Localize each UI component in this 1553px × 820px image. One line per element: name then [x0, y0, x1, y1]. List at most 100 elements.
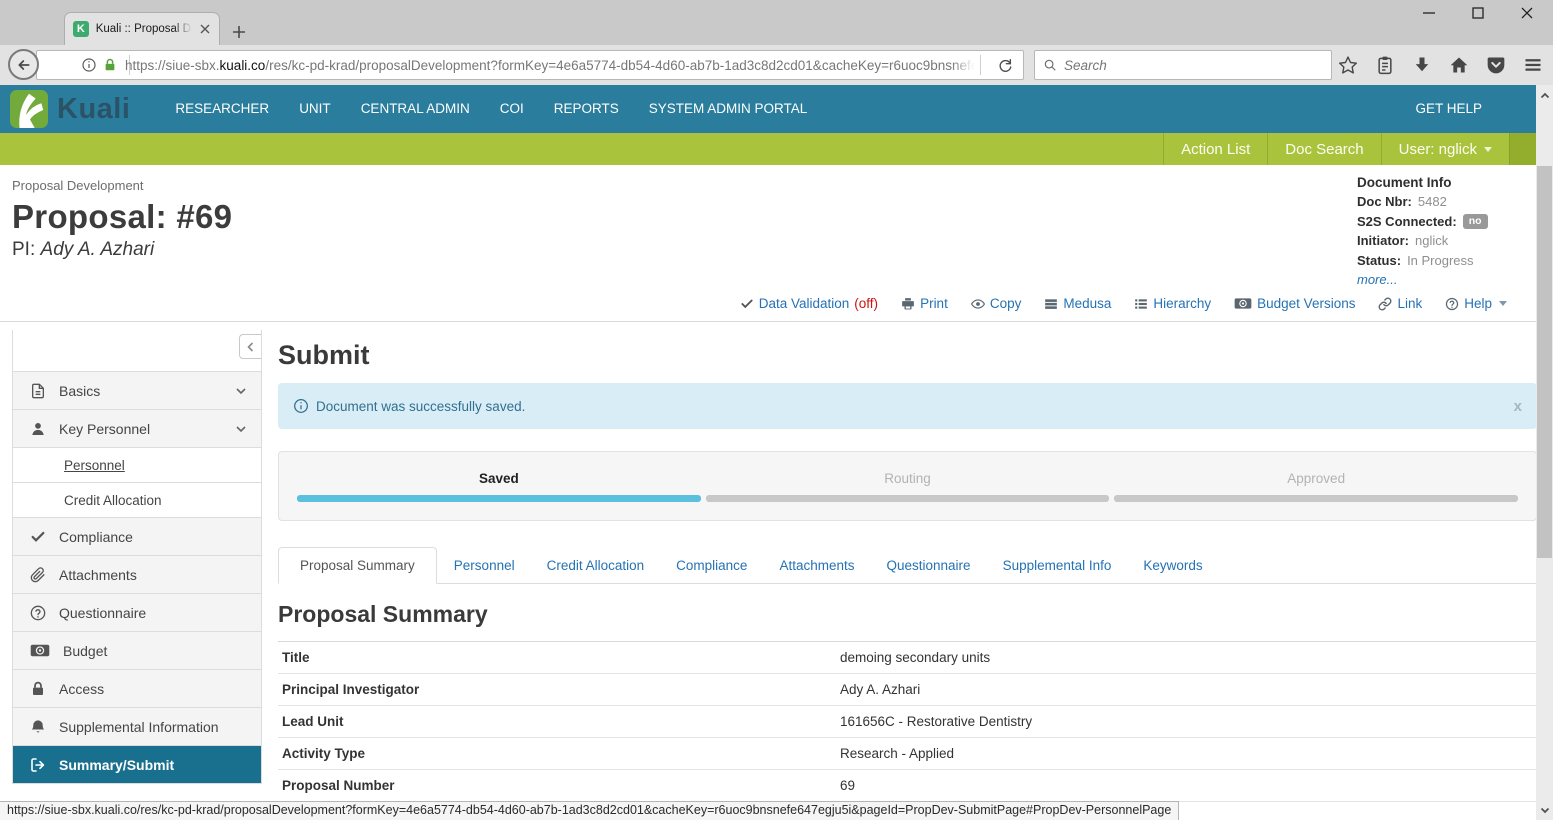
action-list-link[interactable]: Action List: [1163, 133, 1267, 165]
search-box[interactable]: [1034, 50, 1332, 80]
window-minimize-button[interactable]: [1421, 5, 1437, 21]
copy-button[interactable]: Copy: [971, 296, 1022, 311]
doc-nbr-row: Doc Nbr: 5482: [1357, 194, 1517, 209]
back-button[interactable]: [8, 49, 39, 80]
sidebar-item-basics[interactable]: Basics: [12, 371, 262, 409]
site-info-icon[interactable]: [81, 57, 97, 73]
new-tab-button[interactable]: [232, 25, 246, 39]
window-close-button[interactable]: [1519, 5, 1535, 21]
browser-titlebar: K Kuali :: Proposal Developme: [0, 0, 1553, 45]
tab-credit-allocation[interactable]: Credit Allocation: [532, 548, 660, 583]
sidebar-collapse-button[interactable]: [239, 334, 261, 359]
alert-close-button[interactable]: x: [1514, 398, 1522, 415]
menu-hamburger-icon[interactable]: [1523, 55, 1543, 75]
sidebar-item-questionnaire[interactable]: Questionnaire: [12, 593, 262, 631]
browser-tab[interactable]: K Kuali :: Proposal Developme: [64, 12, 220, 45]
main-panel: Submit Document was successfully saved. …: [266, 330, 1537, 820]
nav-item-central-admin[interactable]: CENTRAL ADMIN: [346, 85, 485, 133]
link-icon: [1378, 297, 1392, 311]
banknote-icon: [1234, 297, 1252, 310]
medusa-button[interactable]: Medusa: [1044, 296, 1111, 311]
print-button[interactable]: Print: [901, 296, 948, 311]
bookmark-star-icon[interactable]: [1338, 55, 1358, 75]
scroll-up-icon[interactable]: [1536, 88, 1553, 104]
summary-row-proposal-number: Proposal Number 69: [278, 770, 1537, 802]
file-icon: [30, 383, 46, 399]
doc-search-link[interactable]: Doc Search: [1267, 133, 1380, 165]
nav-item-researcher[interactable]: RESEARCHER: [160, 85, 284, 133]
sidebar-item-credit-allocation[interactable]: Credit Allocation: [12, 482, 262, 517]
info-circle-icon: [293, 398, 309, 414]
sidebar-item-personnel[interactable]: Personnel: [12, 447, 262, 482]
get-help-link[interactable]: GET HELP: [1400, 85, 1497, 133]
nav-item-unit[interactable]: UNIT: [284, 85, 346, 133]
tab-supplemental-info[interactable]: Supplemental Info: [988, 548, 1127, 583]
user-menu[interactable]: User: nglick: [1381, 133, 1509, 165]
tab-compliance[interactable]: Compliance: [661, 548, 762, 583]
tab-close-icon[interactable]: [199, 23, 211, 35]
paperclip-icon: [30, 567, 46, 583]
sidebar-item-access[interactable]: Access: [12, 669, 262, 707]
initiator-row: Initiator: nglick: [1357, 233, 1517, 248]
budget-versions-button[interactable]: Budget Versions: [1234, 296, 1355, 311]
https-lock-icon[interactable]: [103, 58, 117, 72]
section-title: Proposal Summary: [278, 601, 1537, 642]
pi-name: Ady A. Azhari: [41, 239, 155, 260]
success-alert: Document was successfully saved. x: [278, 383, 1537, 429]
reload-icon[interactable]: [987, 57, 1023, 73]
sidebar-item-supplemental-information[interactable]: Supplemental Information: [12, 707, 262, 745]
sidebar-item-attachments[interactable]: Attachments: [12, 555, 262, 593]
tab-keywords[interactable]: Keywords: [1128, 548, 1217, 583]
page-header: Proposal Development Proposal: #69 PI: A…: [0, 165, 1553, 296]
check-icon: [30, 529, 46, 545]
data-validation-button[interactable]: Data Validation (off): [740, 296, 878, 311]
sidebar-item-key-personnel[interactable]: Key Personnel: [12, 409, 262, 447]
pocket-icon[interactable]: [1486, 55, 1506, 75]
nav-item-reports[interactable]: REPORTS: [539, 85, 634, 133]
window-maximize-button[interactable]: [1470, 5, 1486, 21]
help-menu-button[interactable]: Help: [1445, 296, 1507, 311]
s2s-status-badge: no: [1463, 214, 1488, 229]
address-bar[interactable]: https://siue-sbx.kuali.co/res/kc-pd-krad…: [36, 50, 1024, 80]
reading-list-icon[interactable]: [1375, 55, 1395, 75]
scrollbar-thumb[interactable]: [1537, 166, 1552, 558]
sidebar-item-budget[interactable]: Budget: [12, 631, 262, 669]
downloads-icon[interactable]: [1412, 55, 1432, 75]
tab-personnel[interactable]: Personnel: [439, 548, 530, 583]
banknote-icon: [30, 644, 50, 657]
home-icon[interactable]: [1449, 55, 1469, 75]
progress-bar-approved: [1114, 495, 1518, 502]
document-info-title: Document Info: [1357, 175, 1517, 190]
more-link[interactable]: more...: [1357, 272, 1517, 287]
sidebar-item-compliance[interactable]: Compliance: [12, 517, 262, 555]
kuali-navbar: Kuali RESEARCHER UNIT CENTRAL ADMIN COI …: [0, 85, 1553, 133]
summary-row-activity-type: Activity Type Research - Applied: [278, 738, 1537, 770]
summary-tabs: Proposal Summary Personnel Credit Alloca…: [278, 547, 1537, 584]
browser-toolbar: https://siue-sbx.kuali.co/res/kc-pd-krad…: [0, 45, 1553, 85]
user-icon: [30, 421, 46, 437]
search-input[interactable]: [1064, 58, 1323, 73]
scroll-down-icon[interactable]: [1536, 802, 1553, 818]
hierarchy-button[interactable]: Hierarchy: [1134, 296, 1211, 311]
check-icon: [740, 297, 754, 311]
nav-item-system-admin-portal[interactable]: SYSTEM ADMIN PORTAL: [634, 85, 823, 133]
kuali-logo-icon: [10, 90, 48, 128]
link-button[interactable]: Link: [1378, 296, 1422, 311]
page-scrollbar[interactable]: [1536, 85, 1553, 820]
tab-questionnaire[interactable]: Questionnaire: [872, 548, 986, 583]
proposal-page: Proposal Development Proposal: #69 PI: A…: [0, 165, 1553, 820]
kuali-favicon-icon: K: [73, 21, 89, 37]
summary-row-principal-investigator: Principal Investigator Ady A. Azhari: [278, 674, 1537, 706]
lock-icon: [30, 681, 46, 697]
sidebar-item-summary-submit[interactable]: Summary/Submit: [12, 745, 262, 783]
tab-attachments[interactable]: Attachments: [764, 548, 869, 583]
search-icon: [1043, 58, 1057, 72]
nav-item-coi[interactable]: COI: [485, 85, 539, 133]
th-list-icon: [1044, 297, 1058, 311]
kuali-brand-text: Kuali: [57, 93, 130, 126]
page-title: Proposal: #69: [12, 198, 1553, 236]
tab-proposal-summary[interactable]: Proposal Summary: [278, 547, 437, 584]
progress-bar-saved: [297, 495, 701, 502]
printer-icon: [901, 297, 915, 311]
portal-bar-end-block: [1509, 133, 1536, 165]
